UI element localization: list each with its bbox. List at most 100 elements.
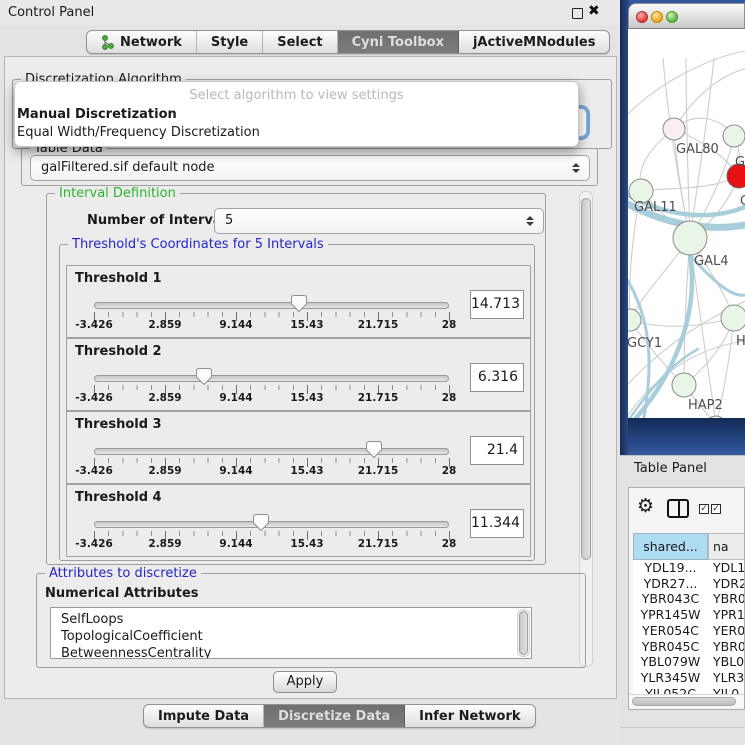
column-header-name[interactable]: na (708, 533, 745, 560)
table-row[interactable]: YER054CYER0 (633, 623, 745, 639)
threshold-value-field[interactable]: 21.4 (470, 436, 524, 465)
column-header-shared-name[interactable]: shared... (633, 533, 708, 560)
threshold-value-field[interactable]: 14.713 (470, 290, 524, 319)
zoom-traffic-light[interactable] (666, 11, 678, 23)
node-label-clipped: C (740, 194, 745, 209)
control-panel-titlebar: Control Panel ✖ (0, 0, 620, 25)
threshold-value-field[interactable]: 6.316 (470, 363, 524, 392)
threshold-label: Threshold 4 (75, 490, 162, 505)
algorithm-dropdown-popup: Select algorithm to view settings Manual… (14, 81, 579, 147)
threshold-slider[interactable] (94, 375, 449, 382)
spinner-arrows-icon (572, 163, 580, 173)
desktop-bottom-band (628, 418, 745, 455)
table-panel-frame: ⚙ ✓ ✓ shared... na YDL19...YDL1 YDR27...… (628, 487, 745, 710)
attributes-group: Attributes to discretize Numerical Attri… (36, 573, 586, 668)
slider-scale: -3.426 2.859 9.144 15.43 21.715 28 (67, 465, 530, 479)
interval-definition-group-title: Interval Definition (55, 186, 180, 201)
tab-cyni-toolbox[interactable]: Cyni Toolbox (338, 31, 459, 53)
tab-impute-data[interactable]: Impute Data (144, 705, 264, 727)
threshold-panel: Threshold 3 -3.426 2.859 9.144 15.43 21.… (66, 411, 531, 484)
network-node-gal4[interactable] (673, 221, 707, 255)
divider-line (620, 727, 745, 728)
threshold-label: Threshold 1 (75, 271, 162, 286)
slider-thumb[interactable] (366, 441, 382, 458)
tab-jactivemnodules[interactable]: jActiveMNodules (459, 31, 610, 53)
slider-thumb[interactable] (253, 514, 269, 531)
node-label-gal4: GAL4 (694, 254, 728, 269)
list-item[interactable]: TopologicalCoefficient (61, 628, 531, 645)
threshold-panel: Threshold 4 -3.426 2.859 9.144 15.43 21.… (66, 484, 531, 557)
thresholds-group-title: Threshold's Coordinates for 5 Intervals (68, 237, 328, 252)
table-row[interactable]: YLR345WYLR3 (633, 670, 745, 686)
tab-select[interactable]: Select (263, 31, 337, 53)
network-node[interactable] (723, 125, 745, 147)
threshold-slider[interactable] (94, 302, 449, 309)
attributes-group-title: Attributes to discretize (45, 566, 201, 581)
number-of-intervals-combobox[interactable]: 5 (214, 208, 544, 234)
network-view-canvas[interactable]: GAL80 GA C GAL11 GAL4 GCY1 HA HAP2 (628, 29, 745, 418)
node-label-hap2: HAP2 (688, 398, 723, 413)
tab-network-label: Network (120, 35, 182, 50)
table-panel-title: Table Panel (634, 461, 707, 476)
threshold-panel: Threshold 1 -3.426 2.859 9.144 15.43 21.… (66, 265, 531, 338)
checkbox-icon[interactable]: ✓ (699, 504, 709, 514)
interval-definition-group: Interval Definition Number of Intervals … (46, 193, 546, 565)
threshold-slider[interactable] (94, 521, 449, 528)
float-window-icon[interactable] (572, 8, 583, 19)
control-panel: Control Panel ✖ Network Style Select Cyn… (0, 0, 620, 745)
table-data-combobox[interactable]: galFiltered.sif default node (30, 155, 590, 181)
attributes-scrollbar[interactable] (517, 609, 530, 657)
table-data-group: Table Data galFiltered.sif default node (21, 148, 598, 186)
network-node[interactable] (721, 305, 745, 331)
minimize-traffic-light[interactable] (651, 11, 663, 23)
close-traffic-light[interactable] (636, 11, 648, 23)
tab-network[interactable]: Network (87, 31, 197, 53)
table-row[interactable]: YDR27...YDR2 (633, 576, 745, 592)
table-data-value: galFiltered.sif default node (41, 160, 215, 175)
network-icon (101, 35, 115, 50)
thresholds-group: Threshold's Coordinates for 5 Intervals … (59, 244, 535, 561)
dropdown-hint: Select algorithm to view settings (15, 88, 578, 103)
tab-style[interactable]: Style (197, 31, 263, 53)
slider-thumb[interactable] (291, 295, 307, 312)
tab-infer-network[interactable]: Infer Network (405, 705, 534, 727)
network-node-gal80[interactable] (663, 118, 685, 140)
split-view-icon[interactable] (667, 499, 689, 518)
network-node-hap2[interactable] (672, 373, 696, 397)
slider-thumb[interactable] (196, 368, 212, 385)
table-row[interactable]: YDL19...YDL1 (633, 560, 745, 576)
list-item[interactable]: BetweennessCentrality (61, 645, 531, 659)
spinner-arrows-icon (526, 216, 534, 226)
checkbox-icon[interactable]: ✓ (711, 504, 721, 514)
option-equal-width-frequency[interactable]: Equal Width/Frequency Discretization (17, 125, 260, 140)
network-window-titlebar[interactable] (628, 3, 745, 29)
node-label-gal11: GAL11 (634, 200, 677, 215)
numerical-attributes-label: Numerical Attributes (45, 586, 199, 601)
option-manual-discretization[interactable]: Manual Discretization (17, 107, 177, 122)
network-node-gcy1[interactable] (628, 309, 641, 331)
close-icon[interactable]: ✖ (588, 3, 600, 19)
cyni-toolbox-content: Discretization Algorithm Select algorith… (4, 56, 617, 699)
list-item[interactable]: SelfLoops (61, 611, 531, 628)
settings-scrollbar-thumb[interactable] (581, 198, 591, 560)
table-row[interactable]: YBL079WYBL0 (633, 654, 745, 670)
desktop-background: GAL80 GA C GAL11 GAL4 GCY1 HA HAP2 (620, 0, 745, 455)
slider-scale: -3.426 2.859 9.144 15.43 21.715 28 (67, 319, 530, 333)
slider-scale: -3.426 2.859 9.144 15.43 21.715 28 (67, 392, 530, 406)
table-row[interactable]: YBR045CYBR0 (633, 639, 745, 655)
threshold-slider[interactable] (94, 448, 449, 455)
apply-button[interactable]: Apply (273, 671, 337, 693)
table-rows: YDL19...YDL1 YDR27...YDR2 YBR043CYBR0 YP… (633, 560, 745, 694)
scrollbar-thumb[interactable] (632, 697, 736, 706)
threshold-value-field[interactable]: 11.344 (470, 509, 524, 538)
tab-discretize-data[interactable]: Discretize Data (264, 705, 405, 727)
table-row[interactable]: YBR043CYBR0 (633, 591, 745, 607)
table-row[interactable]: YIL052CYIL0 (633, 686, 745, 694)
threshold-panel: Threshold 2 -3.426 2.859 9.144 15.43 21.… (66, 338, 531, 411)
attributes-scrollbar-thumb[interactable] (519, 611, 528, 655)
table-horizontal-scrollbar[interactable] (629, 694, 745, 707)
threshold-label: Threshold 2 (75, 344, 162, 359)
table-row[interactable]: YPR145WYPR1 (633, 607, 745, 623)
gear-icon[interactable]: ⚙ (637, 496, 654, 516)
slider-scale: -3.426 2.859 9.144 15.43 21.715 28 (67, 538, 530, 552)
